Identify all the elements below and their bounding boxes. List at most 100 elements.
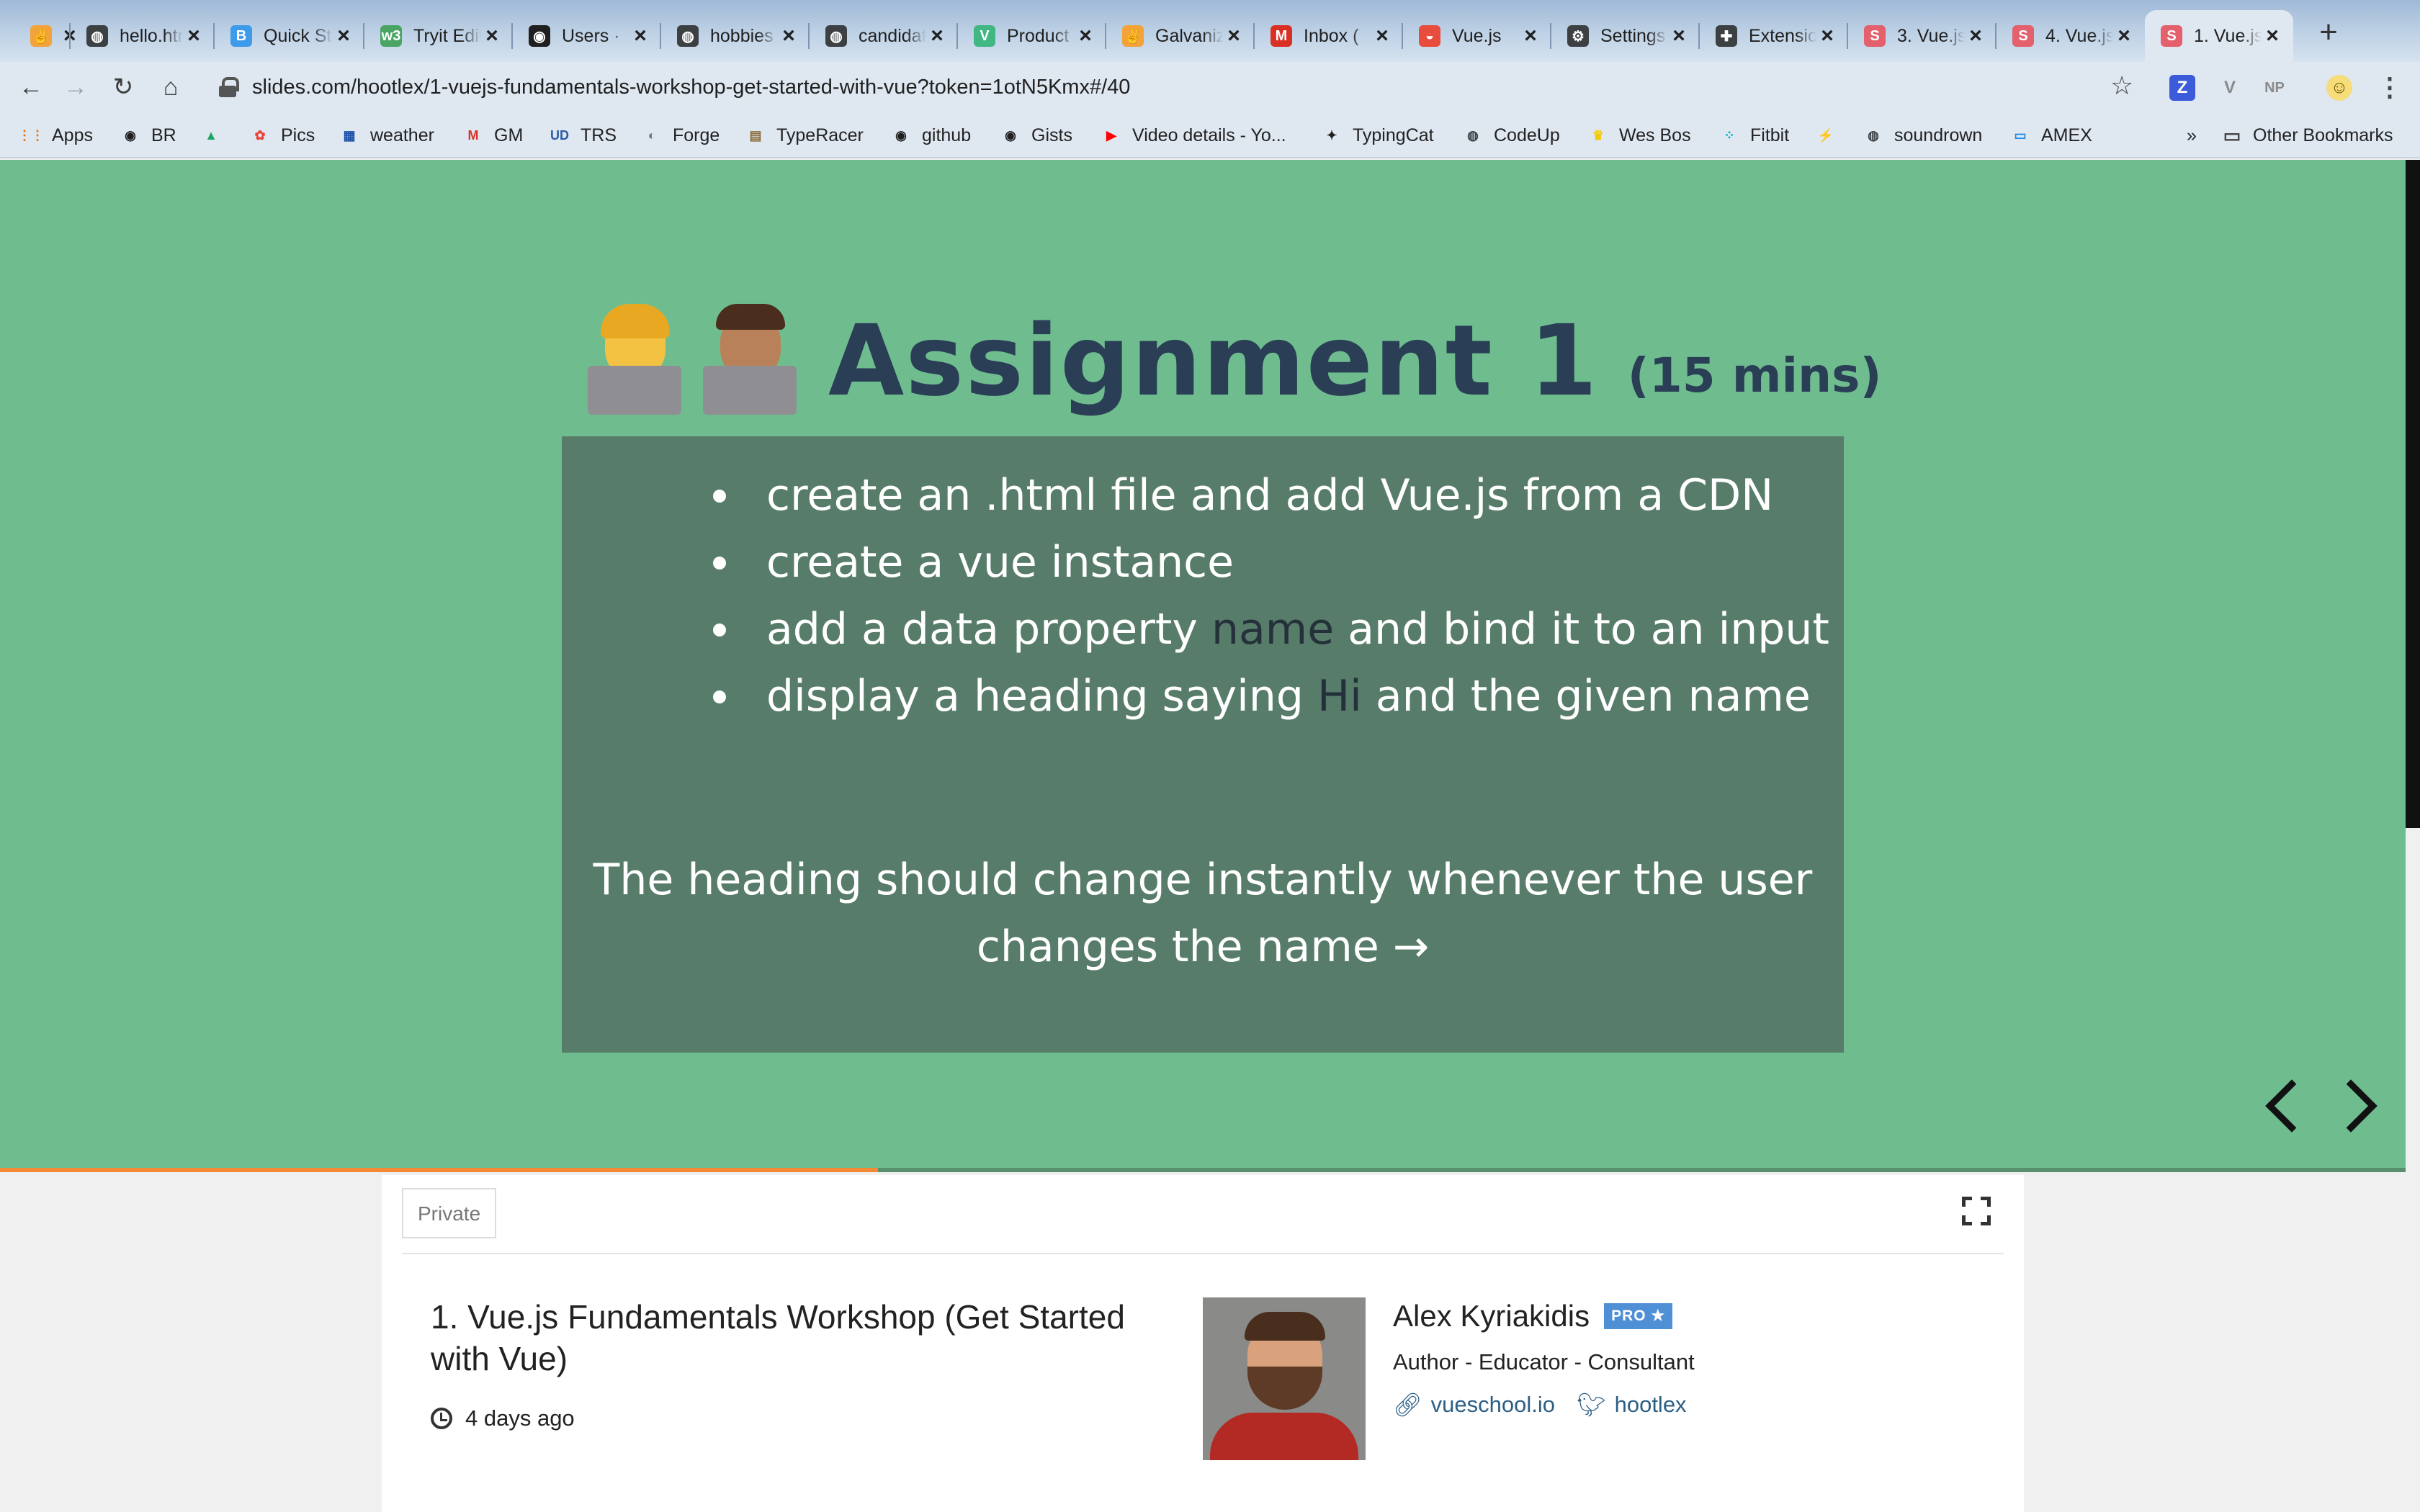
browser-tab[interactable]: B Quick Start× <box>215 10 364 62</box>
author-name[interactable]: Alex Kyriakidis <box>1393 1299 1590 1333</box>
bookmark-favicon-icon: UD <box>550 127 569 143</box>
browser-tab[interactable]: ◍ candidate× <box>810 10 958 62</box>
browser-tab[interactable]: ◍ hobbies × <box>661 10 810 62</box>
bookmark-label: TRS <box>581 125 617 145</box>
bookmark-item[interactable]: ✿ Pics <box>249 122 315 148</box>
bookmark-item[interactable]: ▦ weather <box>339 122 434 148</box>
author-avatar[interactable] <box>1203 1297 1366 1460</box>
bookmark-item[interactable]: ⁘ Fitbit <box>1718 122 1789 148</box>
tab-close-icon[interactable]: × <box>2262 24 2283 48</box>
tab-title: hello.html <box>120 25 183 46</box>
bookmark-item[interactable]: M GM <box>462 122 524 148</box>
tab-close-icon[interactable]: × <box>1668 24 1690 48</box>
back-arrow-icon[interactable]: ← <box>14 71 48 104</box>
tab-close-icon[interactable]: × <box>183 24 205 48</box>
tab-close-icon[interactable]: × <box>333 24 354 48</box>
tab-favicon-icon: ◍ <box>86 25 108 47</box>
menu-kebab-icon[interactable]: ⋮ <box>2377 72 2403 102</box>
bookmark-favicon-icon: ◉ <box>125 127 136 143</box>
tab-close-icon[interactable]: × <box>1965 24 1986 48</box>
tab-close-icon[interactable]: × <box>2113 24 2135 48</box>
browser-tab[interactable]: ✚ Extensions× <box>1700 10 1848 62</box>
tab-favicon-icon: ✌ <box>1122 25 1144 47</box>
z-extension-icon[interactable]: Z <box>2169 75 2195 101</box>
published-time: 4 days ago <box>431 1404 575 1433</box>
browser-tab[interactable]: ◒ Vue.js × <box>1403 10 1551 62</box>
more-bookmarks-button[interactable]: » <box>2177 122 2197 148</box>
author-links: 🔗︎ vueschool.io 🐦︎ hootlex <box>1393 1391 1708 1418</box>
tab-favicon-icon: ◍ <box>677 25 699 47</box>
bookmark-item[interactable]: ◍ CodeUp <box>1462 122 1560 148</box>
tab-close-icon[interactable]: × <box>1816 24 1838 48</box>
bookmark-label: TypeRacer <box>776 125 864 145</box>
website-label: vueschool.io <box>1430 1392 1555 1417</box>
bookmark-item[interactable]: ⋮⋮ Apps <box>18 122 93 148</box>
deck-info-card: Private 1. Vue.js Fundamentals Workshop … <box>382 1175 2024 1512</box>
bookmark-favicon-icon: ◉ <box>895 127 907 143</box>
bookmark-item[interactable]: ✦ TypingCat <box>1321 122 1433 148</box>
fullscreen-icon[interactable] <box>1962 1197 1991 1225</box>
browser-tab[interactable]: S 3. Vue.js × <box>1848 10 1996 62</box>
bookmark-item[interactable]: ◐ Forge <box>641 122 720 148</box>
browser-tab[interactable]: ✌ Galvanize× <box>1106 10 1255 62</box>
bookmark-item[interactable]: ▤ TypeRacer <box>745 122 864 148</box>
bookmark-item[interactable]: ▭ AMEX <box>2009 122 2092 148</box>
bookmark-item[interactable]: ⚡ <box>1815 122 1837 148</box>
url-text[interactable]: slides.com/hootlex/1-vuejs-fundamentals-… <box>252 76 1130 99</box>
bookmark-favicon-icon: ◉ <box>1005 127 1016 143</box>
bookmark-item[interactable]: ◉ Gists <box>1000 122 1072 148</box>
forward-arrow-icon[interactable]: → <box>59 71 92 104</box>
next-slide-arrow-icon[interactable] <box>2324 1073 2388 1145</box>
tab-close-icon[interactable]: × <box>1075 24 1096 48</box>
reload-icon[interactable]: ↻ <box>107 71 140 104</box>
previous-slide-arrow-icon[interactable] <box>2250 1073 2318 1145</box>
bookmark-label: Wes Bos <box>1619 125 1691 145</box>
assignment-note: The heading should change instantly when… <box>593 855 1813 972</box>
tab-close-icon[interactable]: × <box>629 24 651 48</box>
tab-close-icon[interactable]: × <box>481 24 503 48</box>
home-icon[interactable]: ⌂ <box>154 71 187 104</box>
browser-tab[interactable]: w3 Tryit Editor× <box>364 10 513 62</box>
bookmark-item[interactable]: ◍ soundrown <box>1863 122 1982 148</box>
twitter-link[interactable]: 🐦︎ hootlex <box>1577 1391 1687 1418</box>
profile-avatar-icon[interactable]: ☺ <box>2326 75 2352 101</box>
slide-progress-bar <box>0 1168 2406 1172</box>
bookmark-favicon-icon: ◍ <box>1868 127 1879 143</box>
browser-tab[interactable]: ◉ Users · × <box>513 10 661 62</box>
bookmark-item[interactable]: ◉ github <box>890 122 971 148</box>
bookmark-label: Video details - Yo... <box>1132 125 1286 145</box>
tab-close-icon[interactable]: × <box>1223 24 1245 48</box>
browser-tab[interactable]: ◍ hello.html× <box>71 10 215 62</box>
tab-favicon-icon: ◍ <box>825 25 847 47</box>
browser-tab[interactable]: V Product × <box>958 10 1106 62</box>
address-bar[interactable]: slides.com/hootlex/1-vuejs-fundamentals-… <box>202 68 2139 107</box>
website-link[interactable]: 🔗︎ vueschool.io <box>1393 1391 1555 1418</box>
browser-tab[interactable]: ✌× <box>14 10 76 62</box>
bookmark-item[interactable]: ♛ Wes Bos <box>1587 122 1691 148</box>
other-bookmarks-folder[interactable]: ▭ Other Bookmarks <box>2221 122 2393 148</box>
assignment-text: create a vue instance <box>766 537 1234 588</box>
tab-close-icon[interactable]: × <box>778 24 799 48</box>
scrollbar-thumb[interactable] <box>2406 828 2420 1171</box>
bookmark-item[interactable]: ▲ <box>200 122 222 148</box>
browser-tab[interactable]: M Inbox (× <box>1255 10 1403 62</box>
bookmark-label: Fitbit <box>1750 125 1790 145</box>
tab-close-icon[interactable]: × <box>1371 24 1393 48</box>
tab-title: hobbies <box>710 25 774 46</box>
tab-close-icon[interactable]: × <box>926 24 948 48</box>
bookmark-favicon-icon: ⁘ <box>1724 127 1735 143</box>
np-extension-icon[interactable]: NP <box>2262 75 2287 101</box>
tab-favicon-icon: S <box>2012 25 2034 47</box>
bookmark-item[interactable]: ◉ BR <box>120 122 176 148</box>
tab-close-icon[interactable]: × <box>1520 24 1541 48</box>
vue-devtools-extension-icon[interactable]: V <box>2217 75 2243 101</box>
browser-tab[interactable]: S 4. Vue.js × <box>1996 10 2145 62</box>
bookmark-item[interactable]: ▶ Video details - Yo... <box>1101 122 1286 148</box>
browser-tab[interactable]: S 1. Vue.js × <box>2145 10 2293 62</box>
time-label: 4 days ago <box>465 1405 575 1431</box>
bookmark-star-icon[interactable]: ☆ <box>2110 71 2133 101</box>
new-tab-button[interactable]: + <box>2312 14 2345 50</box>
bookmark-item[interactable]: UD TRS <box>549 122 617 148</box>
browser-tab[interactable]: ⚙ Settings × <box>1551 10 1700 62</box>
bookmark-favicon-icon: ▲ <box>205 127 218 143</box>
